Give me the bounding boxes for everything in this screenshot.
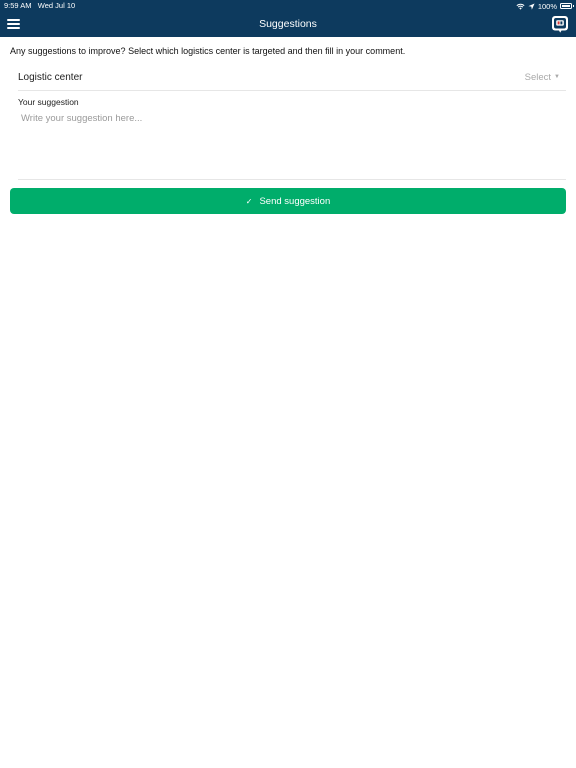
status-bar-time: 9:59 AM Wed Jul 10	[4, 1, 75, 11]
app-logo-icon[interactable]	[551, 15, 569, 33]
send-suggestion-button[interactable]: ✓ Send suggestion	[10, 188, 566, 214]
battery-percent: 100%	[537, 1, 557, 11]
app-header: 9:59 AM Wed Jul 10 100% Suggestions	[0, 0, 576, 37]
suggestion-label: Your suggestion	[18, 97, 79, 107]
wifi-icon	[516, 3, 525, 10]
logistic-center-row[interactable]: Logistic center Select ▼	[18, 67, 566, 91]
logistic-center-select-value: Select	[524, 72, 552, 83]
battery-icon	[560, 3, 574, 9]
suggestion-textarea[interactable]	[18, 110, 566, 180]
check-icon: ✓	[245, 196, 253, 206]
status-bar-right: 100%	[516, 1, 574, 11]
logistic-center-label: Logistic center	[18, 72, 83, 83]
location-arrow-icon	[528, 2, 535, 10]
logistic-center-select[interactable]: Select ▼	[525, 72, 560, 83]
status-date: Wed Jul 10	[37, 1, 76, 10]
chevron-down-icon: ▼	[554, 74, 560, 80]
status-time: 9:59 AM	[4, 1, 32, 10]
send-suggestion-label: Send suggestion	[259, 195, 331, 207]
page-title: Suggestions	[259, 18, 317, 30]
intro-text: Any suggestions to improve? Select which…	[10, 46, 406, 56]
